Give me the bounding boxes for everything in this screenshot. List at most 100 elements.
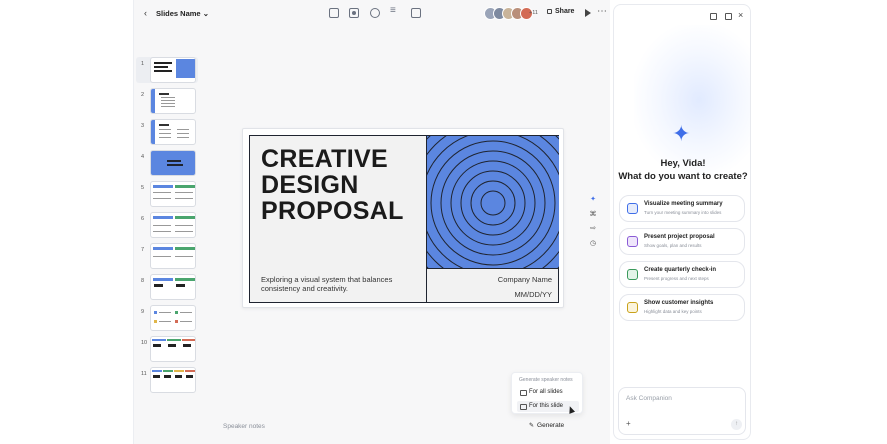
thumbnail-number: 4 [141,154,145,160]
thumbnail-row[interactable]: 9 [136,305,198,331]
suggestion-subtitle: Show goals, plan and results [644,243,702,248]
thumbnail-row[interactable]: 7 [136,243,198,269]
generate-button[interactable]: Generate [529,422,564,429]
suggestion-subtitle: Turn your meeting summary into slides [644,210,722,215]
speaker-notes-input[interactable]: Speaker notes [223,423,265,430]
suggestion-title: Show customer insights [644,300,714,306]
bulb-icon [627,302,638,313]
thumbnail[interactable] [150,367,196,393]
thumbnail-number: 5 [141,185,145,191]
timer-icon[interactable]: ◷ [589,240,597,248]
ask-companion-box[interactable]: Ask Companion + ↑ [618,387,746,435]
image-icon[interactable] [349,8,359,18]
avatar-overflow-count[interactable]: +11 [529,10,538,16]
thumbnail-number: 1 [141,61,145,67]
thumbnail[interactable] [150,150,196,176]
slide-title-line: CREATIVE [261,145,388,173]
command-icon[interactable]: ⌘ [589,211,597,219]
share-label: Share [555,8,575,15]
thumbnail[interactable] [150,119,196,145]
prompt-question: What do you want to create? [618,171,748,182]
thumbnail-row[interactable]: 10 [136,336,198,362]
chart-icon [627,269,638,280]
suggestion-title: Create quarterly check-in [644,267,717,273]
lock-icon [547,8,552,14]
top-bar: ‹ Slides Name ⌄ +11 Share ⋯ [134,0,611,27]
suggestion-subtitle: Present progress and next steps [644,276,709,281]
table-icon[interactable] [411,8,421,18]
slide-canvas[interactable]: CREATIVE DESIGN PROPOSAL Exploring a vis… [242,128,564,308]
thumbnail-number: 7 [141,247,145,253]
ai-sparkle-icon[interactable]: ✦ [589,196,597,204]
thumbnail-number: 9 [141,309,145,315]
attach-plus-icon[interactable]: + [626,419,631,428]
document-name: Slides Name [156,9,201,18]
menu-header: Generate speaker notes [519,377,573,383]
companion-panel: × Hey, Vida! What do you want to create?… [613,4,751,440]
present-play-icon[interactable] [585,9,591,17]
thumbnail-row[interactable]: 1 [136,57,198,83]
back-chevron-icon[interactable]: ‹ [144,8,147,18]
slide-description[interactable]: Exploring a visual system that balances … [261,275,411,293]
suggestion-title: Visualize meeting summary [644,201,723,207]
thumbnail-row[interactable]: 4 [136,150,198,176]
thumbnail[interactable] [150,274,196,300]
thumbnail-number: 6 [141,216,145,222]
thumbnail[interactable] [150,57,196,83]
transition-icon[interactable]: ⇨ [589,225,597,233]
slide-frame: CREATIVE DESIGN PROPOSAL Exploring a vis… [249,135,559,303]
concentric-circles-graphic[interactable] [426,136,559,269]
sparkle-icon [672,121,694,147]
thumbnail-row[interactable]: 3 [136,119,198,145]
thumbnail-number: 8 [141,278,145,284]
thumbnail-row[interactable]: 5 [136,181,198,207]
thumbnail[interactable] [150,305,196,331]
text-box-icon[interactable] [329,8,339,18]
document-name-dropdown[interactable]: Slides Name ⌄ [156,9,209,18]
send-icon[interactable]: ↑ [731,419,742,430]
company-name[interactable]: Company Name [498,275,552,284]
speaker-notes-bar[interactable]: Speaker notes Generate [215,418,605,436]
chart-icon[interactable] [390,5,400,18]
slides-editor: ‹ Slides Name ⌄ +11 Share ⋯ 1 [133,0,610,444]
slide-title[interactable]: CREATIVE DESIGN PROPOSAL [261,146,404,224]
suggestion-card[interactable]: Visualize meeting summary Turn your meet… [619,195,745,222]
suggestion-card[interactable]: Create quarterly check-in Present progre… [619,261,745,288]
concentric-circles-svg [427,136,559,268]
panel-glow [634,25,750,175]
grid-icon [627,236,638,247]
greeting: Hey, Vida! [660,158,706,169]
history-icon[interactable] [710,13,717,20]
thumbnail[interactable] [150,88,196,114]
expand-icon[interactable] [725,13,732,20]
thumbnail[interactable] [150,243,196,269]
thumbnail-row[interactable]: 11 [136,367,198,393]
thumbnail[interactable] [150,212,196,238]
ask-companion-input[interactable]: Ask Companion [626,395,672,402]
share-button[interactable]: Share [547,8,574,15]
thumbnail-number: 3 [141,123,145,129]
thumbnail-number: 2 [141,92,145,98]
suggestion-card[interactable]: Show customer insights Highlight data an… [619,294,745,321]
thumbnail-number: 11 [141,371,147,377]
thumbnail-row[interactable]: 8 [136,274,198,300]
shape-icon[interactable] [370,8,380,18]
slide-text-area: CREATIVE DESIGN PROPOSAL Exploring a vis… [250,136,426,302]
collaborator-avatars[interactable] [484,7,533,20]
thumbnail[interactable] [150,181,196,207]
close-icon[interactable]: × [738,10,743,20]
suggestion-title: Present project proposal [644,234,715,240]
slide-title-line: PROPOSAL [261,197,404,225]
slide-date[interactable]: MM/DD/YY [515,290,553,299]
for-all-slides-option[interactable]: For all slides [517,387,579,398]
slides-icon [627,203,638,214]
slide-title-line: DESIGN [261,171,359,199]
suggestion-subtitle: Highlight data and key points [644,309,702,314]
thumbnail-number: 10 [141,340,148,346]
thumbnail-row[interactable]: 6 [136,212,198,238]
thumbnail[interactable] [150,336,196,362]
more-options-icon[interactable]: ⋯ [597,6,607,17]
thumbnail-row[interactable]: 2 [136,88,198,114]
suggestion-card[interactable]: Present project proposal Show goals, pla… [619,228,745,255]
app-root: ‹ Slides Name ⌄ +11 Share ⋯ 1 [0,0,887,444]
